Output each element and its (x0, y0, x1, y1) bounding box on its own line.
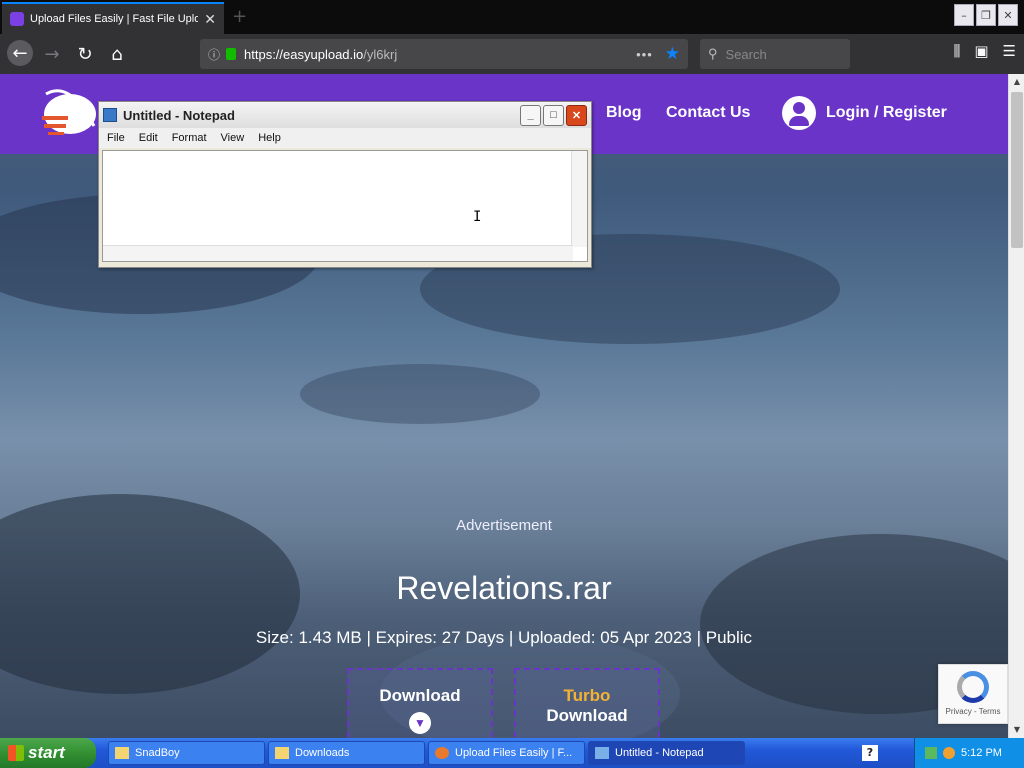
home-icon[interactable]: ⌂ (105, 42, 129, 66)
browser-navbar: ← → ↻ ⌂ ⓘ https://easyupload.io/yl6krj •… (0, 34, 1024, 74)
recaptcha-badge[interactable]: Privacy - Terms (938, 664, 1008, 724)
network-icon[interactable] (925, 747, 937, 759)
minimize-button[interactable]: – (954, 4, 974, 26)
task-label: Downloads (295, 747, 350, 759)
login-label: Login / Register (826, 104, 947, 121)
scroll-down-icon[interactable]: ▼ (1009, 722, 1024, 738)
taskbar-item-downloads[interactable]: Downloads (268, 741, 425, 765)
system-tray: 5:12 PM (914, 738, 1024, 768)
text-cursor-icon: I (473, 209, 482, 225)
download-label: Download (379, 686, 461, 705)
start-button[interactable]: start (0, 738, 96, 768)
taskbar-item-browser[interactable]: Upload Files Easily | F... (428, 741, 585, 765)
nav-contact-link[interactable]: Contact Us (666, 104, 750, 122)
taskbar-item-notepad[interactable]: Untitled - Notepad (588, 741, 745, 765)
turbo-download-button[interactable]: Turbo Download (514, 668, 660, 738)
task-label: Untitled - Notepad (615, 747, 704, 759)
taskbar: start SnadBoy Downloads Upload Files Eas… (0, 738, 1024, 768)
windows-flag-icon (8, 745, 24, 761)
url-bar[interactable]: ⓘ https://easyupload.io/yl6krj ••• ★ (200, 39, 688, 69)
advertisement-label: Advertisement (456, 517, 552, 534)
url-domain: https://easyupload.io (244, 46, 364, 62)
clock[interactable]: 5:12 PM (961, 747, 1002, 759)
login-register-link[interactable]: Login / Register (782, 96, 947, 130)
folder-icon (275, 747, 289, 759)
site-favicon-icon (10, 12, 24, 26)
notepad-vertical-scrollbar[interactable] (571, 151, 587, 247)
menu-format[interactable]: Format (172, 132, 207, 144)
sidebar-icon[interactable]: ▣ (974, 42, 988, 60)
info-icon[interactable]: ⓘ (208, 46, 220, 63)
search-tray-icon[interactable] (943, 747, 955, 759)
cloud-decoration (300, 364, 540, 424)
browser-titlebar: Upload Files Easily | Fast File Uplo ✕ +… (0, 0, 1024, 34)
bookmark-star-icon[interactable]: ★ (665, 44, 680, 64)
search-input[interactable]: ⚲ Search (700, 39, 850, 69)
task-label: Upload Files Easily | F... (455, 747, 573, 759)
turbo-label: Turbo (563, 686, 611, 705)
forward-arrow-icon[interactable]: → (40, 42, 64, 66)
close-window-button[interactable]: ✕ (998, 4, 1018, 26)
folder-icon (115, 747, 129, 759)
file-meta: Size: 1.43 MB | Expires: 27 Days | Uploa… (255, 628, 753, 647)
menu-view[interactable]: View (221, 132, 245, 144)
notepad-close-button[interactable]: ✕ (566, 104, 587, 126)
notepad-title: Untitled - Notepad (123, 107, 235, 123)
back-arrow-icon[interactable]: ← (7, 40, 33, 66)
library-icon[interactable]: ⫼ (953, 42, 960, 60)
maximize-button[interactable]: ❐ (976, 4, 996, 26)
notepad-controls: _ □ ✕ (520, 104, 587, 126)
nav-blog-link[interactable]: Blog (606, 104, 642, 122)
chevron-down-icon: ▼ (409, 712, 431, 734)
toolbar-right: ⫼ ▣ ☰ (953, 42, 1016, 60)
menu-file[interactable]: File (107, 132, 125, 144)
url-path: /yl6krj (363, 46, 398, 62)
notepad-icon (103, 108, 117, 122)
page-scrollbar[interactable]: ▲ ▼ (1008, 74, 1024, 738)
start-label: start (28, 743, 65, 762)
search-placeholder: Search (725, 46, 767, 62)
notepad-minimize-button[interactable]: _ (520, 104, 541, 126)
menu-edit[interactable]: Edit (139, 132, 158, 144)
menu-icon[interactable]: ☰ (1003, 42, 1016, 60)
browser-icon (435, 747, 449, 759)
close-tab-icon[interactable]: ✕ (204, 11, 216, 28)
notepad-maximize-button[interactable]: □ (543, 104, 564, 126)
page-actions-icon[interactable]: ••• (636, 47, 653, 62)
taskbar-item-snadboy[interactable]: SnadBoy (108, 741, 265, 765)
reload-icon[interactable]: ↻ (73, 42, 97, 66)
tab-title: Upload Files Easily | Fast File Uplo (30, 13, 198, 25)
site-logo-icon[interactable] (40, 86, 100, 142)
menu-help[interactable]: Help (258, 132, 281, 144)
notepad-horizontal-scrollbar[interactable] (103, 245, 573, 261)
recaptcha-icon (957, 671, 989, 703)
lock-icon[interactable] (226, 48, 237, 60)
notepad-window: Untitled - Notepad _ □ ✕ File Edit Forma… (98, 101, 592, 268)
user-avatar-icon (782, 96, 816, 130)
notepad-text-area[interactable]: I (102, 150, 588, 262)
notepad-menubar: File Edit Format View Help (99, 128, 591, 148)
search-icon: ⚲ (708, 46, 718, 61)
window-controls: – ❐ ✕ (954, 4, 1018, 26)
help-icon[interactable]: ? (862, 745, 878, 761)
notepad-titlebar[interactable]: Untitled - Notepad _ □ ✕ (99, 102, 591, 128)
download-button[interactable]: Download ▼ (347, 668, 493, 738)
file-name: Revelations.rar (396, 570, 612, 606)
notepad-icon (595, 747, 609, 759)
task-label: SnadBoy (135, 747, 180, 759)
scroll-up-icon[interactable]: ▲ (1009, 74, 1024, 90)
new-tab-icon[interactable]: + (232, 6, 247, 27)
scroll-thumb[interactable] (1011, 92, 1023, 248)
browser-tab[interactable]: Upload Files Easily | Fast File Uplo ✕ (2, 2, 224, 34)
turbo-download-label: Download (546, 706, 628, 725)
recaptcha-text: Privacy - Terms (945, 707, 1001, 716)
